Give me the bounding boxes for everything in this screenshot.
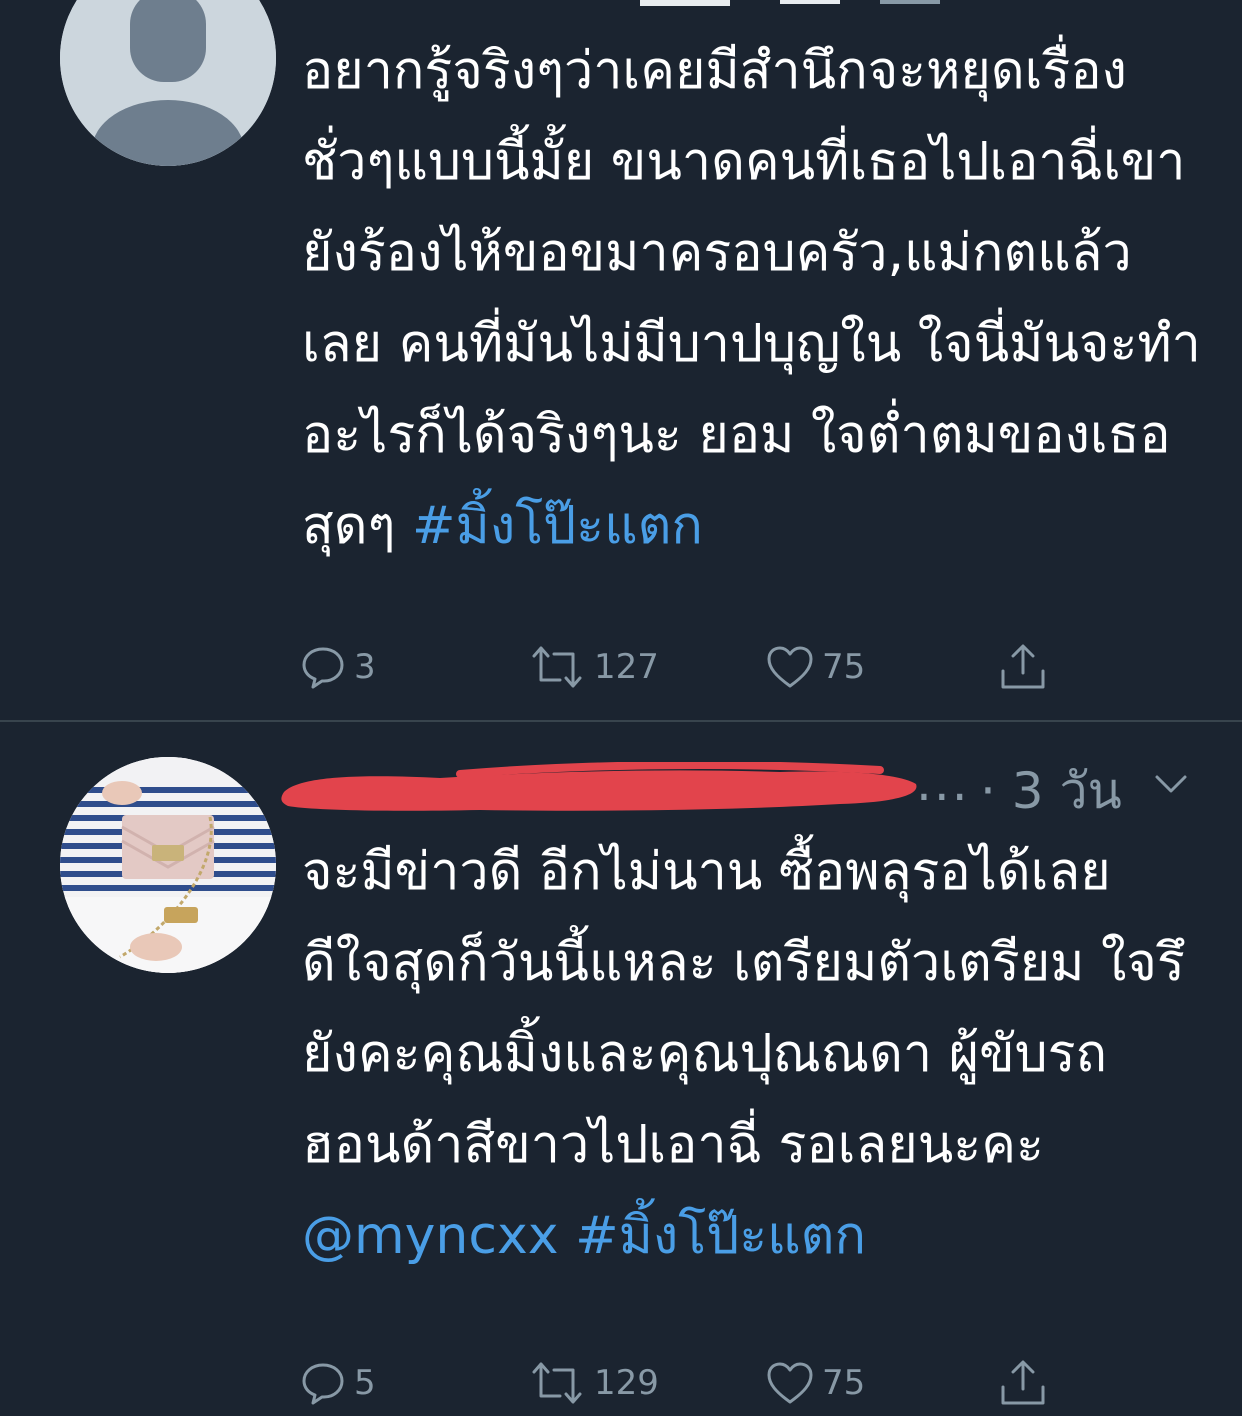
mention-link[interactable]: @myncxx (302, 1206, 559, 1266)
default-avatar-svg (60, 0, 276, 166)
tweet-actions: 3 127 75 (300, 640, 1060, 694)
share-button[interactable] (998, 1356, 1048, 1410)
reply-icon (302, 647, 344, 689)
retweet-icon (532, 646, 582, 688)
reply-button[interactable]: 5 (300, 1356, 376, 1410)
hashtag-link[interactable]: #มิ้งโป๊ะแตก (412, 496, 703, 556)
reply-count: 3 (354, 647, 376, 687)
share-icon (1001, 644, 1045, 689)
tweet-actions: 5 129 75 (300, 1356, 1060, 1410)
truncated-name-fragment (640, 0, 940, 6)
default-avatar-icon[interactable] (60, 0, 276, 166)
tweet[interactable]: ... · 3 วัน จะมีข่าวดี อีกไม่นาน ซื้อพลุ… (0, 722, 1242, 1416)
tweet-body: จะมีข่าวดี อีกไม่นาน ซื้อพลุรอได้เลย ดีใ… (302, 842, 1185, 1175)
hashtag-link[interactable]: #มิ้งโป๊ะแตก (575, 1206, 866, 1266)
tweet-body: อยากรู้จริงๆว่าเคยมีสำนึกจะหยุดเรื่องชั่… (302, 41, 1201, 556)
share-icon (1001, 1360, 1045, 1405)
chevron-down-icon[interactable] (1154, 772, 1188, 796)
reply-icon (302, 1363, 344, 1405)
retweet-button[interactable]: 127 (528, 640, 659, 694)
retweet-button[interactable]: 129 (528, 1356, 659, 1410)
handle-truncation: ... (916, 754, 970, 812)
tweet-text: อยากรู้จริงๆว่าเคยมีสำนึกจะหยุดเรื่องชั่… (302, 26, 1202, 572)
avatar-photo (60, 757, 276, 973)
tweet[interactable]: อยากรู้จริงๆว่าเคยมีสำนึกจะหยุดเรื่องชั่… (0, 0, 1242, 720)
share-button[interactable] (998, 640, 1048, 694)
user-avatar[interactable] (60, 757, 276, 973)
retweet-icon (532, 1362, 582, 1404)
tweet-timestamp[interactable]: · 3 วัน (980, 752, 1122, 831)
tweet-header: ... · 3 วัน (280, 752, 1220, 822)
retweet-count: 129 (594, 1363, 659, 1403)
reply-button[interactable]: 3 (300, 640, 376, 694)
tweet-text: จะมีข่าวดี อีกไม่นาน ซื้อพลุรอได้เลย ดีใ… (302, 827, 1202, 1282)
like-count: 75 (822, 1363, 866, 1403)
redaction-mark (281, 762, 917, 811)
heart-icon (767, 1362, 813, 1404)
timeline: อยากรู้จริงๆว่าเคยมีสำนึกจะหยุดเรื่องชั่… (0, 0, 1242, 1416)
heart-icon (767, 646, 813, 688)
like-button[interactable]: 75 (766, 1356, 865, 1410)
reply-count: 5 (354, 1363, 376, 1403)
like-count: 75 (822, 647, 866, 687)
like-button[interactable]: 75 (766, 640, 865, 694)
retweet-count: 127 (594, 647, 659, 687)
